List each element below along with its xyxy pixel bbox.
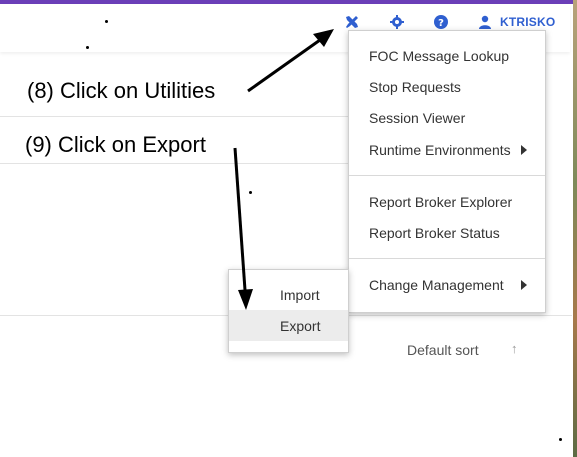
arrow-to-utilities [247,38,321,93]
annotation-arrows [233,29,334,310]
arrowhead [238,289,253,310]
arrow-to-export [233,147,247,291]
